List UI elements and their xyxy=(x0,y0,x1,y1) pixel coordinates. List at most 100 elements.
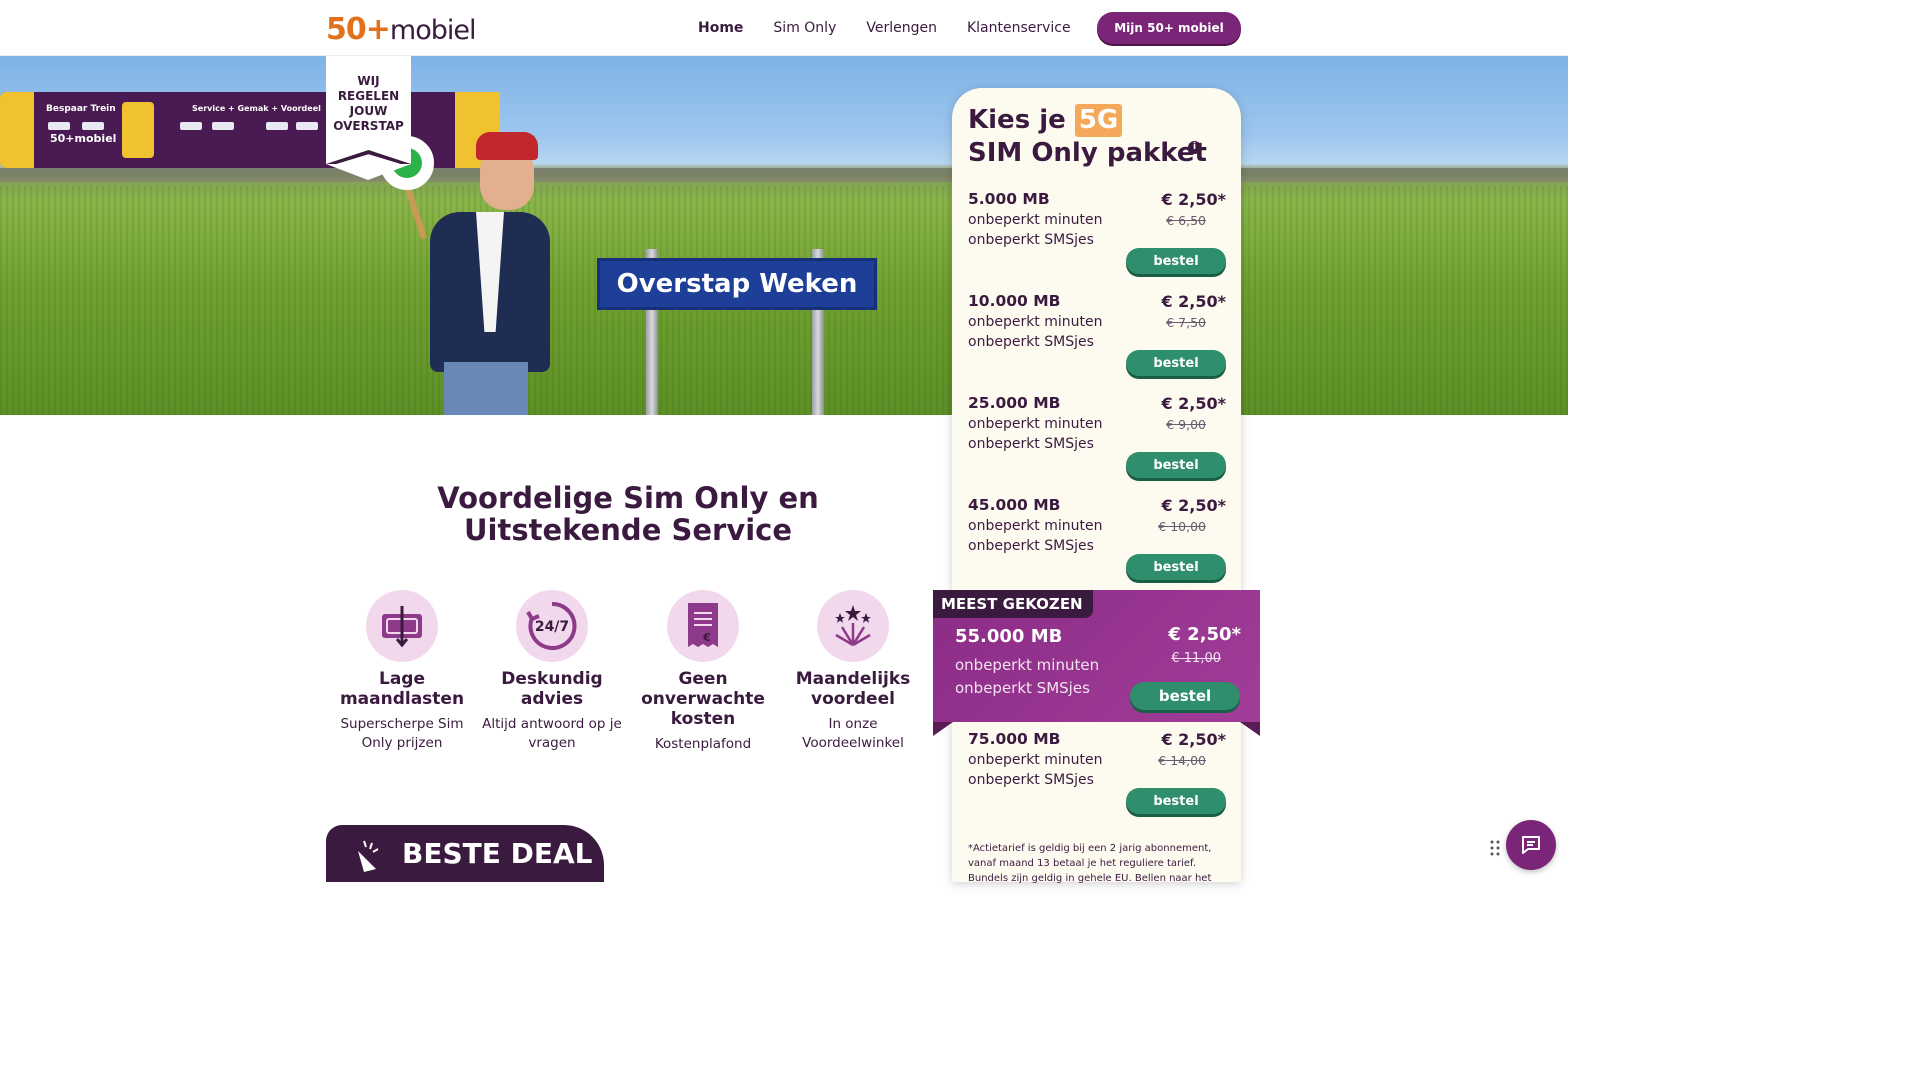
title-kies-je: Kies je xyxy=(968,105,1066,135)
plan-card-25000: 25.000 MB onbeperkt minuten onbeperkt SM… xyxy=(968,394,1226,490)
bestel-button[interactable]: bestel xyxy=(1130,682,1240,710)
station-sign: Overstap Weken xyxy=(597,258,877,310)
plan-old-price: € 9,00 xyxy=(1166,417,1206,432)
beste-deal-banner[interactable]: BESTE DEAL xyxy=(326,825,604,882)
pricing-footnote: *Actietarief is geldig bij een 2 jarig a… xyxy=(968,843,1212,884)
train-window xyxy=(180,122,202,130)
clock-24-7-icon: 24/7 xyxy=(516,590,588,662)
badge-line-1: WIJ xyxy=(357,74,380,88)
title-sim-only-pakket: SIM Only pakket xyxy=(968,138,1207,168)
headline-line-1: Voordelige Sim Only en xyxy=(437,481,819,515)
features-row: Lage maandlasten Superscherpe Sim Only p… xyxy=(326,590,930,760)
plan-data: 10.000 MB xyxy=(968,292,1061,310)
hero-banner: Bespaar Trein 50+mobiel Service + Gemak … xyxy=(0,56,1568,415)
bestel-button[interactable]: bestel xyxy=(1126,350,1226,376)
plan-old-price: € 6,50 xyxy=(1166,213,1206,228)
main-nav: Home Sim Only Verlengen Klantenservice xyxy=(698,20,1071,36)
plan-sms: onbeperkt SMSjes xyxy=(968,436,1094,452)
chat-button[interactable] xyxy=(1506,820,1556,870)
chat-icon xyxy=(1522,836,1540,854)
feature-subtitle: In onze Voordeelwinkel xyxy=(802,716,904,751)
party-popper-icon xyxy=(358,840,379,872)
svg-text:24/7: 24/7 xyxy=(535,619,569,635)
person-jeans xyxy=(444,362,528,415)
feature-subtitle: Superscherpe Sim Only prijzen xyxy=(340,716,464,751)
plan-minutes: onbeperkt minuten xyxy=(968,212,1103,228)
plan-price: € 2,50* xyxy=(1161,394,1226,413)
person-cap xyxy=(476,132,538,160)
headline-line-2: Uitstekende Service xyxy=(463,513,793,547)
plan-card-5000: 5.000 MB onbeperkt minuten onbeperkt SMS… xyxy=(968,190,1226,286)
plan-minutes: onbeperkt minuten xyxy=(968,518,1103,534)
train-window xyxy=(48,122,70,130)
badge-line-3: JOUW xyxy=(349,104,388,118)
logo-number: 50+ xyxy=(326,12,391,47)
plan-old-price: € 7,50 xyxy=(1166,315,1206,330)
account-button[interactable]: Mijn 50+ mobiel xyxy=(1097,12,1241,44)
plan-price: € 2,50* xyxy=(1161,190,1226,209)
plan-old-price: € 14,00 xyxy=(1158,753,1206,768)
feature-title: Geen onverwachte kosten xyxy=(641,669,765,729)
nav-sim-only[interactable]: Sim Only xyxy=(773,20,836,36)
plan-card-45000: 45.000 MB onbeperkt minuten onbeperkt SM… xyxy=(968,496,1226,592)
plan-sms: onbeperkt SMSjes xyxy=(955,679,1090,697)
train-label-2: 50+mobiel xyxy=(50,132,117,145)
plan-price: € 2,50* xyxy=(1168,624,1241,645)
train-window xyxy=(296,122,318,130)
train-door xyxy=(122,102,154,158)
plan-price: € 2,50* xyxy=(1161,496,1226,515)
5g-badge: 5G xyxy=(1074,104,1123,137)
receipt-icon: € xyxy=(667,590,739,662)
plan-card-10000: 10.000 MB onbeperkt minuten onbeperkt SM… xyxy=(968,292,1226,388)
section-headline: Voordelige Sim Only en Uitstekende Servi… xyxy=(400,482,856,546)
feature-geen-onverwachte-kosten: € Geen onverwachte kosten Kostenplafond xyxy=(627,590,779,754)
meest-gekozen-tag: MEEST GEKOZEN xyxy=(933,590,1093,618)
feature-lage-maandlasten: Lage maandlasten Superscherpe Sim Only p… xyxy=(326,590,478,753)
fireworks-icon xyxy=(817,590,889,662)
plan-data: 5.000 MB xyxy=(968,190,1050,208)
bestel-button[interactable]: bestel xyxy=(1126,554,1226,580)
badge-line-2: REGELEN xyxy=(337,89,400,103)
train-label-1: Bespaar Trein xyxy=(46,104,116,114)
ribbon-fold-left xyxy=(933,722,953,736)
plan-price: € 2,50* xyxy=(1161,730,1226,749)
plan-sms: onbeperkt SMSjes xyxy=(968,538,1094,554)
pricing-title: Kies je 5G SIM Only pakket xyxy=(968,104,1207,170)
badge-chevron-icon xyxy=(326,150,411,164)
overstap-badge[interactable]: WIJ REGELEN JOUW OVERSTAP xyxy=(326,56,411,180)
plan-card-75000: 75.000 MB onbeperkt minuten onbeperkt SM… xyxy=(968,730,1226,826)
nav-verlengen[interactable]: Verlengen xyxy=(866,20,937,36)
train-window xyxy=(82,122,104,130)
nav-klantenservice[interactable]: Klantenservice xyxy=(967,20,1071,36)
plan-old-price: € 10,00 xyxy=(1158,519,1206,534)
plan-sms: onbeperkt SMSjes xyxy=(968,232,1094,248)
svg-text:€: € xyxy=(702,631,711,644)
rail-track xyxy=(0,168,1568,182)
feature-title: Deskundig advies xyxy=(501,669,603,709)
plan-minutes: onbeperkt minuten xyxy=(955,656,1100,674)
badge-line-4: OVERSTAP xyxy=(333,119,404,133)
bestel-button[interactable]: bestel xyxy=(1126,248,1226,274)
nav-home[interactable]: Home xyxy=(698,20,743,36)
plan-card-featured-55000: MEEST GEKOZEN 55.000 MB onbeperkt minute… xyxy=(933,590,1260,736)
drag-grip-icon[interactable] xyxy=(1490,840,1500,856)
feature-subtitle: Altijd antwoord op je vragen xyxy=(482,716,622,751)
feature-subtitle: Kostenplafond xyxy=(654,736,752,752)
wallet-icon xyxy=(366,590,438,662)
feature-title: Lage maandlasten xyxy=(339,669,465,709)
plan-sms: onbeperkt SMSjes xyxy=(968,772,1094,788)
info-icon[interactable]: i xyxy=(1188,141,1201,154)
train-window xyxy=(212,122,234,130)
plan-old-price: € 11,00 xyxy=(1171,651,1221,666)
feature-deskundig-advies: 24/7 Deskundig advies Altijd antwoord op… xyxy=(476,590,628,753)
train-label-3: Service + Gemak + Voordeel xyxy=(192,104,321,113)
bestel-button[interactable]: bestel xyxy=(1126,452,1226,478)
plan-data: 25.000 MB xyxy=(968,394,1061,412)
plan-minutes: onbeperkt minuten xyxy=(968,752,1103,768)
logo[interactable]: 50+ mobiel xyxy=(326,12,476,47)
plan-minutes: onbeperkt minuten xyxy=(968,416,1103,432)
plan-minutes: onbeperkt minuten xyxy=(968,314,1103,330)
plan-data: 55.000 MB xyxy=(955,626,1063,647)
bestel-button[interactable]: bestel xyxy=(1126,788,1226,814)
feature-title: Maandelijks voordeel xyxy=(795,669,911,709)
